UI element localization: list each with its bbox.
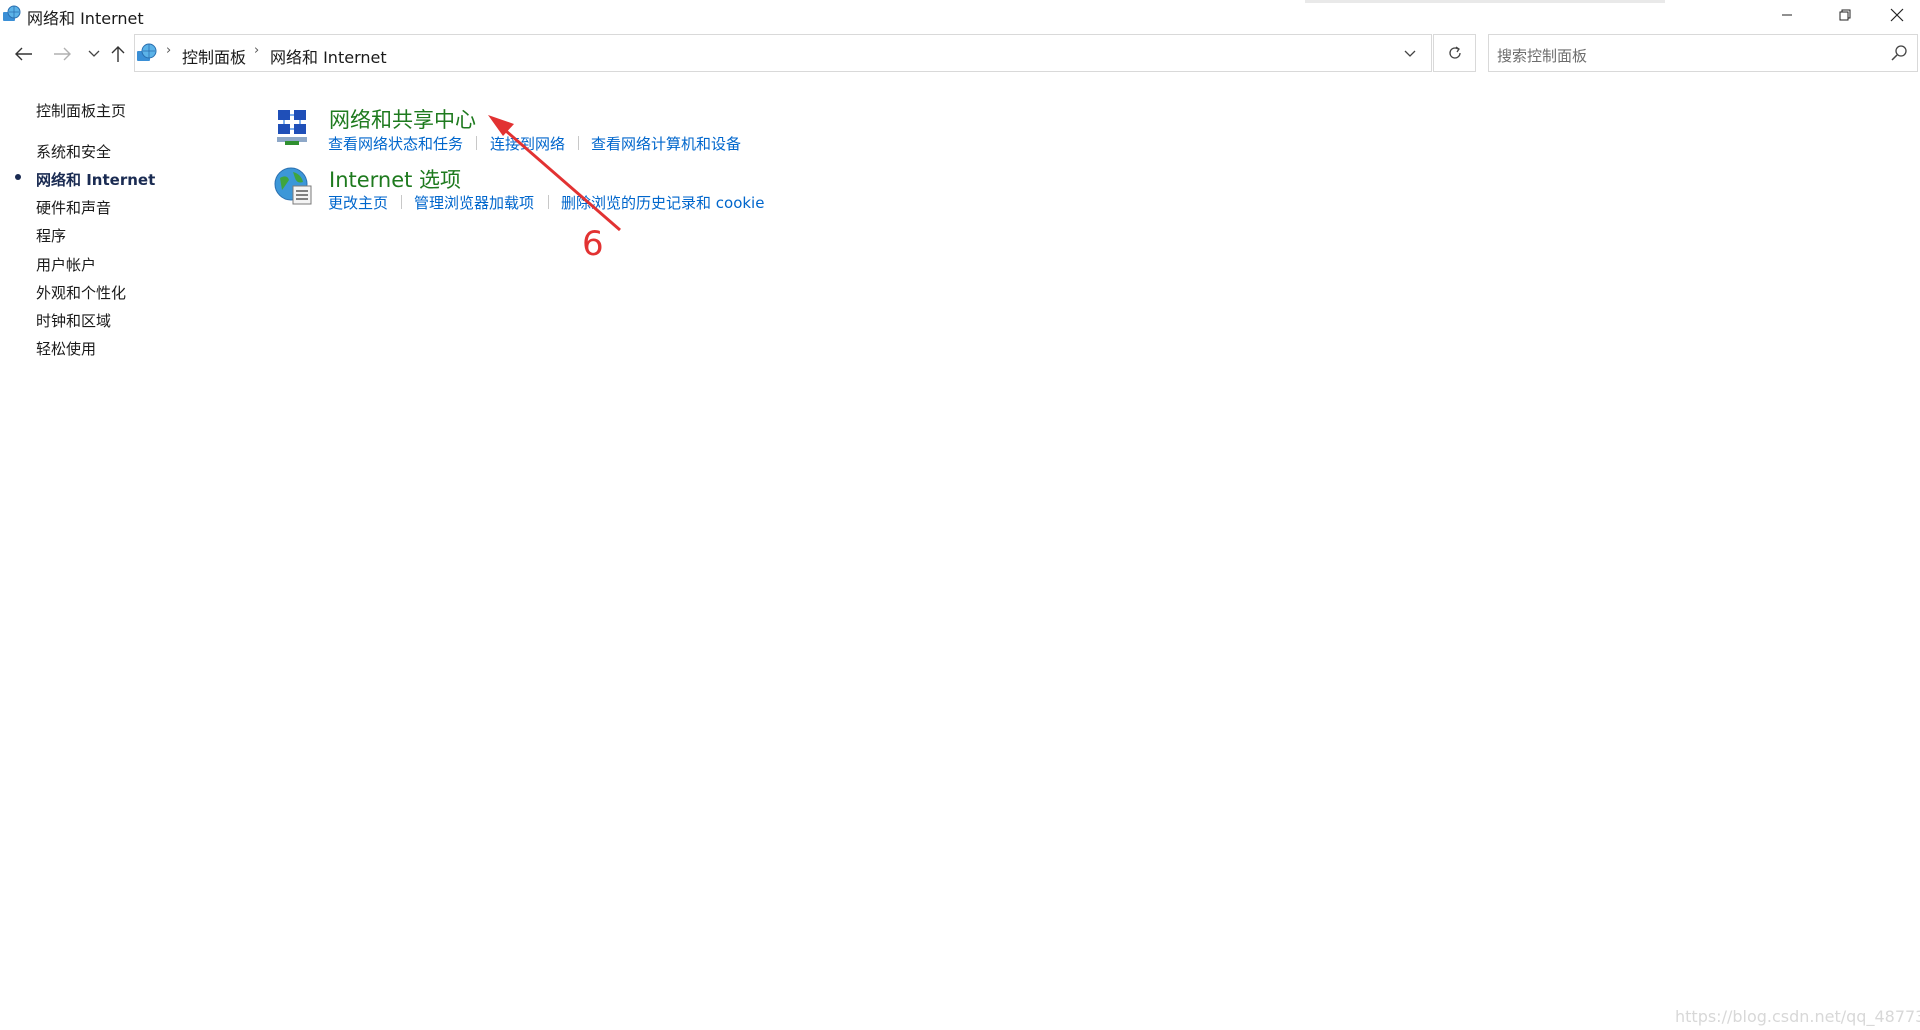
sidebar-item-programs[interactable]: 程序 [36, 225, 66, 246]
link-separator [401, 195, 402, 209]
active-indicator [15, 174, 21, 180]
annotation-number: 6 [582, 224, 604, 264]
restore-icon [1839, 9, 1851, 21]
breadcrumb-separator: › [166, 43, 172, 58]
sidebar-item-ease-of-access[interactable]: 轻松使用 [36, 338, 96, 359]
sidebar-item-clock-region[interactable]: 时钟和区域 [36, 310, 111, 331]
internet-options-icon[interactable] [273, 166, 315, 212]
link-manage-browser-addons[interactable]: 管理浏览器加载项 [414, 192, 534, 213]
close-icon [1890, 8, 1904, 22]
minimize-button[interactable] [1758, 0, 1816, 30]
annotation-arrow [488, 115, 621, 232]
address-dropdown-button[interactable] [1398, 44, 1422, 64]
window-title: 网络和 Internet [27, 9, 144, 28]
link-view-network-computers[interactable]: 查看网络计算机和设备 [591, 133, 741, 154]
link-connect-to-network[interactable]: 连接到网络 [490, 133, 565, 154]
control-panel-icon [136, 42, 158, 64]
breadcrumb-separator: › [254, 43, 260, 58]
chevron-down-icon [88, 50, 100, 57]
refresh-button[interactable] [1433, 34, 1476, 72]
back-button[interactable] [12, 42, 36, 66]
sidebar-item-appearance[interactable]: 外观和个性化 [36, 282, 126, 303]
link-separator [578, 136, 579, 150]
forward-button[interactable] [50, 42, 74, 66]
link-separator [476, 136, 477, 150]
link-separator [548, 195, 549, 209]
overlay-shadow [1305, 0, 1665, 3]
breadcrumb-network-internet[interactable]: 网络和 Internet [270, 44, 387, 68]
network-sharing-icon[interactable] [275, 107, 311, 151]
breadcrumb-control-panel[interactable]: 控制面板 [182, 44, 246, 68]
back-arrow-icon [15, 47, 32, 61]
close-button[interactable] [1868, 0, 1920, 30]
refresh-icon [1448, 46, 1461, 59]
up-button[interactable] [106, 42, 130, 66]
minimize-icon [1782, 14, 1792, 16]
link-view-network-status[interactable]: 查看网络状态和任务 [328, 133, 463, 154]
network-globe-icon [2, 4, 22, 24]
sidebar-item-network-internet[interactable]: 网络和 Internet [36, 169, 155, 190]
sidebar-item-control-panel-home[interactable]: 控制面板主页 [36, 100, 126, 121]
search-icon[interactable] [1890, 44, 1908, 62]
chevron-down-icon [1404, 50, 1416, 57]
sidebar-item-hardware-sound[interactable]: 硬件和声音 [36, 197, 111, 218]
sidebar-item-user-accounts[interactable]: 用户帐户 [36, 254, 96, 275]
category-title-network-sharing-center[interactable]: 网络和共享中心 [329, 104, 476, 134]
link-delete-browsing-history[interactable]: 删除浏览的历史记录和 cookie [561, 192, 764, 213]
search-input[interactable]: 搜索控制面板 [1497, 45, 1587, 66]
category-title-internet-options[interactable]: Internet 选项 [329, 164, 461, 194]
recent-locations-button[interactable] [82, 42, 106, 66]
sidebar-item-system-security[interactable]: 系统和安全 [36, 141, 111, 162]
title-bar: 网络和 Internet [0, 0, 1920, 30]
forward-arrow-icon [54, 47, 71, 61]
up-arrow-icon [111, 46, 125, 62]
link-change-home-page[interactable]: 更改主页 [328, 192, 388, 213]
watermark: https://blog.csdn.net/qq_48773808 [1675, 1007, 1920, 1026]
restore-button[interactable] [1816, 0, 1874, 30]
